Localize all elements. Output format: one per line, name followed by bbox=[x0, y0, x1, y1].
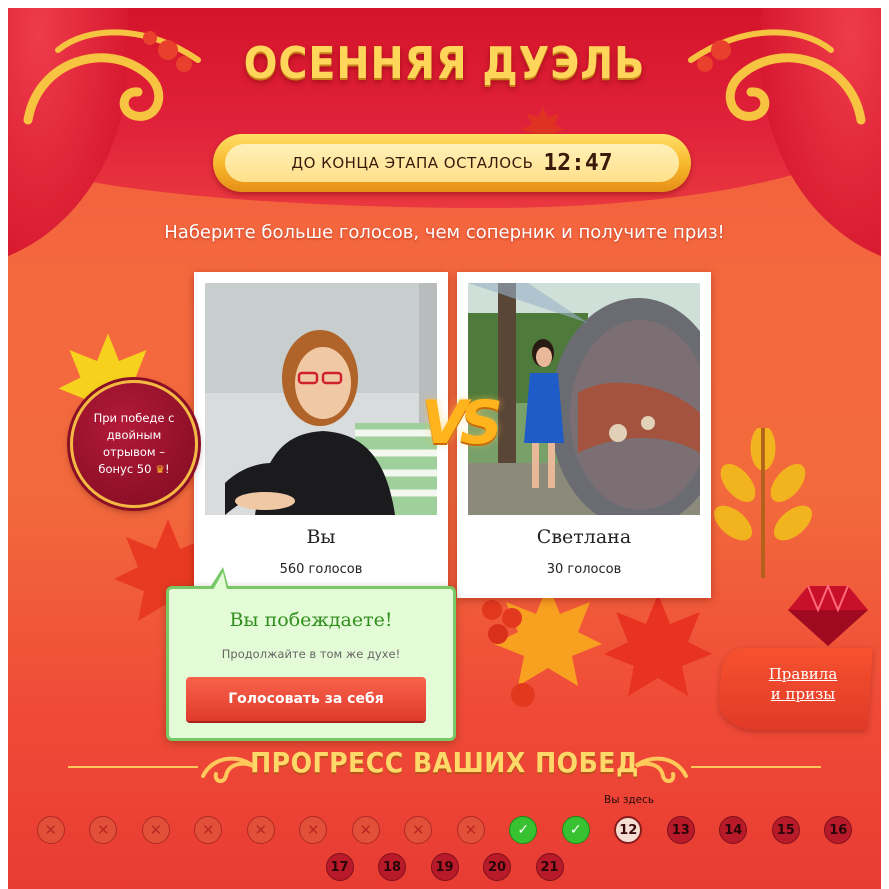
step-number: 12 bbox=[619, 822, 638, 838]
status-bubble: Вы побеждаете! Продолжайте в том же духе… bbox=[166, 567, 456, 741]
progress-step-lost: ✕ bbox=[351, 816, 380, 844]
cross-icon: ✕ bbox=[149, 821, 163, 839]
red-maple-leaf-icon bbox=[604, 594, 712, 696]
checkmark-icon: ✓ bbox=[569, 822, 582, 838]
cross-icon: ✕ bbox=[44, 821, 58, 839]
progress-title: ПРОГРЕСС ВАШИХ ПОБЕД bbox=[250, 746, 639, 779]
cross-icon: ✕ bbox=[411, 821, 425, 839]
player-name-opponent: Светлана bbox=[536, 526, 632, 548]
step-number: 18 bbox=[382, 859, 402, 875]
step-number: 19 bbox=[435, 859, 454, 875]
step-number: 13 bbox=[671, 822, 690, 838]
bubble-tail bbox=[209, 567, 229, 590]
progress-step-future: 13 bbox=[666, 816, 695, 844]
progress-step-future: 14 bbox=[719, 816, 748, 844]
progress-step-future: 21 bbox=[535, 853, 564, 881]
page-title: ОСЕННЯЯ ДУЭЛЬ bbox=[243, 38, 646, 89]
vs-badge: VS bbox=[421, 388, 503, 458]
progress-step-lost: ✕ bbox=[36, 816, 65, 844]
progress-step-lost: ✕ bbox=[299, 816, 328, 844]
vote-for-self-button[interactable]: Голосовать за себя bbox=[186, 677, 426, 721]
progress-step-lost: ✕ bbox=[194, 816, 223, 844]
progress-step-future: 20 bbox=[483, 853, 511, 881]
progress-step-current: 12 bbox=[614, 816, 643, 844]
progress-step-future: 17 bbox=[325, 853, 354, 881]
rowan-berries-icon bbox=[482, 600, 522, 644]
progress-step-won: ✓ bbox=[561, 816, 590, 844]
duel-page: ОСЕННЯЯ ДУЭЛЬ ДО КОНЦА ЭТАПА ОСТАЛОСЬ 12… bbox=[8, 8, 881, 889]
cross-icon: ✕ bbox=[254, 821, 268, 839]
player-votes-self: 560 голосов bbox=[279, 562, 363, 577]
bonus-suffix: ! bbox=[164, 462, 170, 476]
progress-step-lost: ✕ bbox=[141, 816, 170, 844]
cross-icon: ✕ bbox=[464, 821, 478, 839]
progress-step-won: ✓ bbox=[509, 816, 538, 844]
cross-icon: ✕ bbox=[306, 821, 320, 839]
status-text: Продолжайте в том же духе! bbox=[221, 647, 401, 661]
rowan-berry-icon bbox=[511, 683, 535, 707]
progress-step-future: 16 bbox=[824, 816, 853, 844]
step-number: 16 bbox=[829, 822, 848, 838]
player-photo-self[interactable] bbox=[205, 283, 437, 515]
rules-and-prizes-link[interactable]: Правила и призы bbox=[748, 664, 858, 704]
timer-value: 12:47 bbox=[543, 150, 613, 176]
timer-label: ДО КОНЦА ЭТАПА ОСТАЛОСЬ bbox=[291, 154, 534, 172]
progress-step-future: 18 bbox=[378, 853, 406, 881]
ruby-gem-icon bbox=[788, 583, 868, 646]
progress-step-lost: ✕ bbox=[404, 816, 433, 844]
step-number: 20 bbox=[487, 859, 507, 875]
rules-link-line1: Правила bbox=[768, 665, 838, 683]
bonus-badge: При победе с двойным отрывом – бонус 50 … bbox=[70, 380, 198, 508]
status-title: Вы побеждаете! bbox=[229, 609, 393, 631]
step-number: 14 bbox=[724, 822, 743, 838]
step-number: 17 bbox=[330, 859, 349, 875]
current-step-label: Вы здесь bbox=[604, 794, 655, 806]
progress-step-lost: ✕ bbox=[89, 816, 118, 844]
progress-step-lost: ✕ bbox=[456, 816, 485, 844]
step-number: 15 bbox=[776, 822, 795, 838]
progress-step-future: 19 bbox=[430, 853, 459, 881]
player-name-self: Вы bbox=[306, 526, 336, 548]
rules-link-line2: и призы bbox=[770, 685, 836, 703]
rowan-leaf-icon bbox=[713, 428, 813, 578]
player-votes-opponent: 30 голосов bbox=[546, 562, 622, 577]
checkmark-icon: ✓ bbox=[517, 822, 530, 838]
progress-step-lost: ✕ bbox=[246, 816, 275, 844]
subtitle: Наберите больше голосов, чем соперник и … bbox=[164, 222, 725, 243]
photo-image bbox=[205, 283, 437, 515]
step-number: 21 bbox=[540, 859, 559, 875]
cross-icon: ✕ bbox=[96, 821, 110, 839]
progress-step-future: 15 bbox=[771, 816, 800, 844]
cross-icon: ✕ bbox=[201, 821, 215, 839]
cross-icon: ✕ bbox=[359, 821, 373, 839]
crown-icon: ♛ bbox=[155, 463, 165, 476]
stage-timer: ДО КОНЦА ЭТАПА ОСТАЛОСЬ 12:47 bbox=[213, 134, 691, 192]
